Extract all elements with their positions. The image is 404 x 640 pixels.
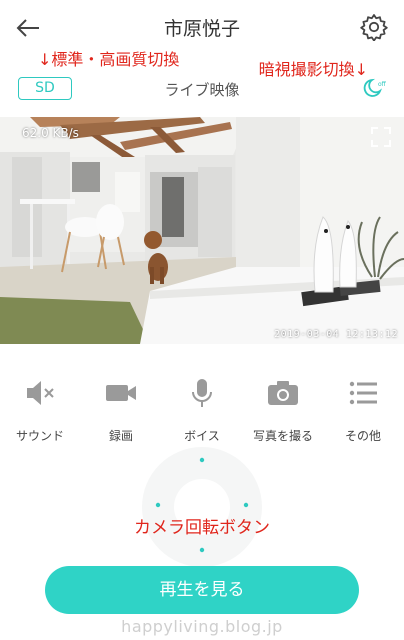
quality-toggle-annotation: ↓標準・高画質切換 [38,50,180,69]
sound-button[interactable]: サウンド [0,376,80,444]
svg-text:off: off [378,81,387,88]
pan-down-dot [199,547,205,553]
night-vision-annotation: 暗視撮影切換↓ [258,60,368,79]
bitrate-readout: 62.0 KB/s [22,126,79,140]
watermark: happyliving.blog.jp [121,617,283,636]
more-button[interactable]: その他 [323,376,403,444]
menu-list-icon [349,381,377,405]
microphone-icon [192,379,212,407]
voice-label: ボイス [184,429,220,443]
pan-up-dot [199,457,205,463]
video-timestamp: 2019-03-04 12:13:12 [274,329,398,340]
more-label: その他 [344,429,381,443]
fullscreen-icon[interactable] [370,126,392,148]
camera-pan-tilt-pad[interactable] [141,446,263,568]
camera-icon [268,381,298,405]
live-view-label: ライブ映像 [164,81,240,99]
pan-right-dot [243,502,249,508]
camera-control-annotation: カメラ回転ボタン [134,518,270,538]
voice-button[interactable]: ボイス [162,376,242,444]
record-label: 録画 [108,429,133,443]
playback-button[interactable]: 再生を見る [45,566,359,614]
moon-off-icon[interactable]: off [360,76,388,100]
sound-label: サウンド [15,429,64,443]
control-toolbar: サウンド 録画 ボイス 写真を撮る その他 [0,376,404,446]
snapshot-button[interactable]: 写真を撮る [243,376,323,444]
gear-icon[interactable] [360,13,388,41]
camera-scene [0,117,404,344]
snapshot-label: 写真を撮る [252,429,313,443]
page-title: 市原悦子 [163,18,240,40]
speaker-muted-icon [27,381,54,405]
live-video-feed[interactable]: 62.0 KB/s 2019-03-04 12:13:12 [0,117,404,344]
record-button[interactable]: 録画 [81,376,161,444]
pan-left-dot [155,502,161,508]
video-camera-icon [106,385,136,401]
